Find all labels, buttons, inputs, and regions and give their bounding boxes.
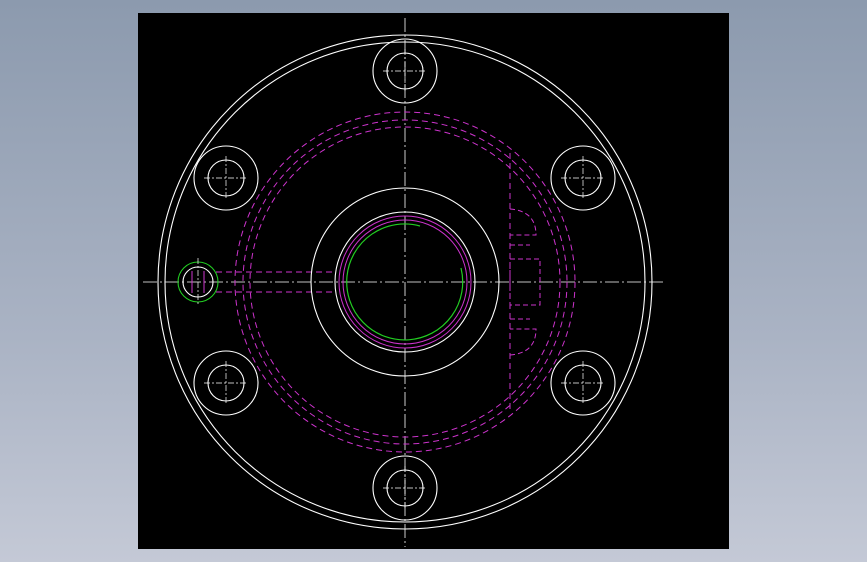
six-bolt-holes [193,38,616,521]
keyway-upper-arc [509,208,537,236]
keyway-lower-arc [509,328,537,356]
bolt-hole-lower-right [550,350,616,416]
bolt-hole-upper-right [550,145,616,211]
bolt-hole-upper-left [193,145,259,211]
centerlines [143,18,665,547]
bolt-hole-lower-left [193,350,259,416]
cad-drawing-canvas [143,18,665,547]
cad-viewport[interactable] [138,13,729,549]
